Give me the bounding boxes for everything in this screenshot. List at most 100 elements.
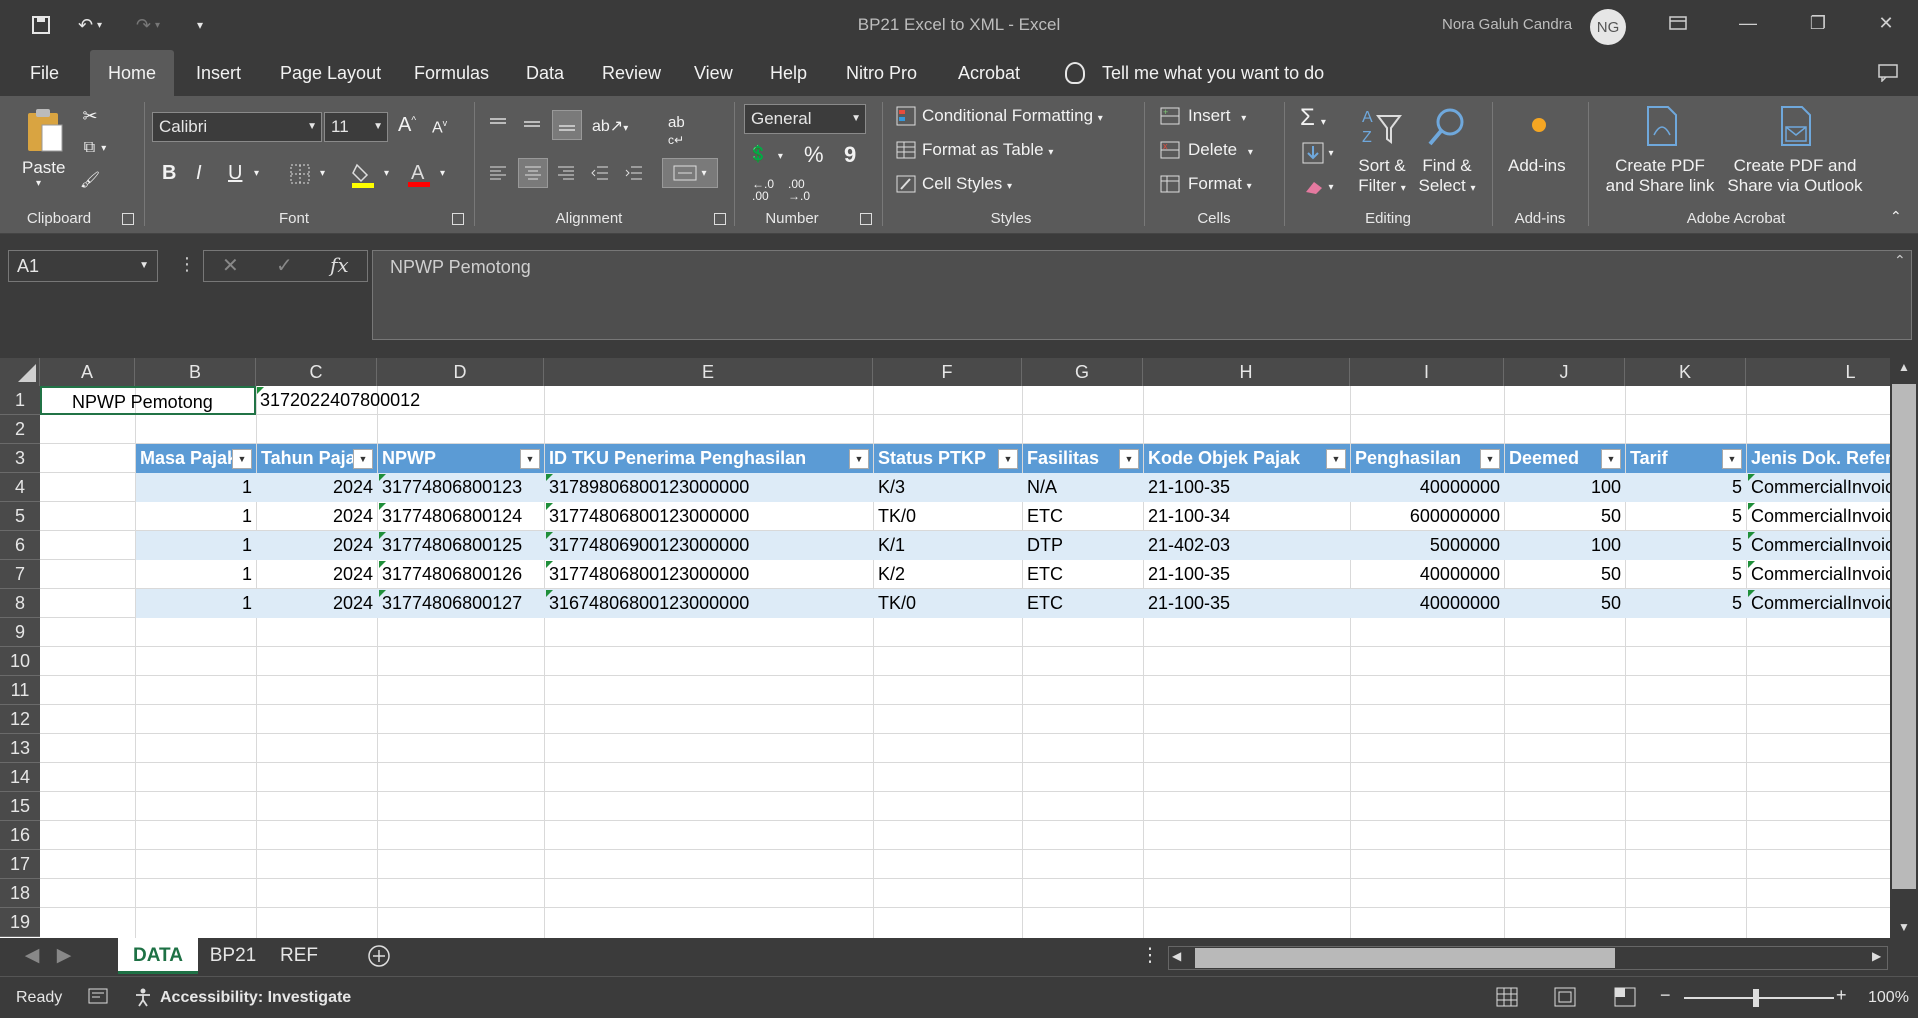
- accessibility-icon[interactable]: [134, 987, 156, 1012]
- avatar[interactable]: NG: [1590, 9, 1626, 45]
- normal-view-icon[interactable]: [1496, 987, 1518, 1012]
- row-header[interactable]: 14: [0, 763, 40, 792]
- sort-filter-icon[interactable]: AZ: [1360, 104, 1404, 152]
- filter-dropdown-icon[interactable]: ▼: [353, 449, 373, 469]
- table-cell[interactable]: ETC: [1023, 502, 1143, 531]
- filter-dropdown-icon[interactable]: ▼: [849, 449, 869, 469]
- number-launcher-icon[interactable]: [860, 213, 872, 225]
- format-cells-icon[interactable]: [1158, 172, 1182, 196]
- row-header[interactable]: 10: [0, 647, 40, 676]
- table-cell[interactable]: 31774806800125: [378, 531, 544, 560]
- table-cell[interactable]: 600000000: [1351, 502, 1504, 531]
- column-header-g[interactable]: G: [1022, 358, 1143, 386]
- vertical-scroll-thumb[interactable]: [1892, 384, 1916, 889]
- row-header[interactable]: 5: [0, 502, 40, 531]
- name-box[interactable]: A1 ▼: [8, 250, 158, 282]
- borders-icon[interactable]: [288, 162, 312, 186]
- table-cell[interactable]: 21-402-03: [1144, 531, 1350, 560]
- cancel-icon[interactable]: ✕: [222, 253, 239, 278]
- font-color-dropdown-icon[interactable]: ▾: [440, 168, 445, 179]
- table-cell[interactable]: 5000000: [1351, 531, 1504, 560]
- tab-review[interactable]: Review: [602, 50, 661, 96]
- table-cell[interactable]: CommercialInvoice: [1747, 589, 1890, 618]
- page-break-preview-icon[interactable]: [1614, 987, 1636, 1012]
- font-launcher-icon[interactable]: [452, 213, 464, 225]
- row-header[interactable]: 6: [0, 531, 40, 560]
- delete-button[interactable]: Delete ▾: [1188, 140, 1253, 160]
- column-header-h[interactable]: H: [1143, 358, 1350, 386]
- table-cell[interactable]: 1: [136, 589, 256, 618]
- bold-button[interactable]: B: [162, 162, 176, 185]
- table-cell[interactable]: 50: [1505, 560, 1625, 589]
- table-cell[interactable]: 31774806800124: [378, 502, 544, 531]
- table-cell[interactable]: 31674806800123000000: [545, 589, 873, 618]
- table-cell[interactable]: 100: [1505, 531, 1625, 560]
- minimize-icon[interactable]: —: [1720, 0, 1776, 46]
- increase-indent-icon[interactable]: [622, 160, 646, 186]
- page-layout-view-icon[interactable]: [1554, 987, 1576, 1012]
- column-header-f[interactable]: F: [873, 358, 1022, 386]
- column-header-e[interactable]: E: [544, 358, 873, 386]
- column-header-l[interactable]: L: [1746, 358, 1890, 386]
- filter-dropdown-icon[interactable]: ▼: [232, 449, 252, 469]
- format-painter-icon[interactable]: 🖌: [78, 168, 102, 192]
- column-header-d[interactable]: D: [377, 358, 544, 386]
- filter-dropdown-icon[interactable]: ▼: [1480, 449, 1500, 469]
- column-header-b[interactable]: B: [135, 358, 256, 386]
- align-right-icon[interactable]: [554, 160, 578, 186]
- tab-file[interactable]: File: [30, 50, 59, 96]
- column-header-i[interactable]: I: [1350, 358, 1504, 386]
- table-cell[interactable]: 21-100-35: [1144, 560, 1350, 589]
- row-header[interactable]: 4: [0, 473, 40, 502]
- table-header-id-tku[interactable]: ID TKU Penerima Penghasilan: [545, 444, 873, 473]
- table-cell[interactable]: CommercialInvoice: [1747, 560, 1890, 589]
- cut-icon[interactable]: ✂: [78, 104, 102, 128]
- table-cell[interactable]: 21-100-34: [1144, 502, 1350, 531]
- table-cell[interactable]: N/A: [1023, 473, 1143, 502]
- paste-dropdown-icon[interactable]: ▾: [36, 178, 41, 189]
- borders-dropdown-icon[interactable]: ▾: [320, 168, 325, 179]
- percent-style-button[interactable]: %: [804, 142, 824, 168]
- accounting-format-icon[interactable]: 💲 ▾: [748, 144, 783, 164]
- filter-dropdown-icon[interactable]: ▼: [1722, 449, 1742, 469]
- macro-record-icon[interactable]: [88, 987, 108, 1010]
- table-cell[interactable]: ETC: [1023, 589, 1143, 618]
- worksheet-grid[interactable]: A B C D E F G H I J K L 1 2 3 4 5 6 7 8 …: [0, 358, 1890, 938]
- zoom-in-icon[interactable]: +: [1836, 985, 1847, 1006]
- horizontal-scroll-thumb[interactable]: [1195, 948, 1615, 968]
- filter-dropdown-icon[interactable]: ▼: [1119, 449, 1139, 469]
- zoom-slider-track[interactable]: [1684, 997, 1834, 999]
- merge-center-icon[interactable]: ▾: [662, 158, 718, 188]
- comments-icon[interactable]: [1860, 50, 1916, 96]
- bottom-align-icon[interactable]: [552, 110, 582, 140]
- zoom-level[interactable]: 100%: [1868, 989, 1909, 1007]
- table-cell[interactable]: 5: [1626, 560, 1746, 589]
- sheet-tab-ref[interactable]: REF: [272, 938, 326, 974]
- table-cell[interactable]: 31774806800126: [378, 560, 544, 589]
- table-header-kode-objek-pajak[interactable]: Kode Objek Pajak: [1144, 444, 1350, 473]
- font-size-combo[interactable]: 11 ▼: [324, 112, 388, 142]
- table-cell[interactable]: TK/0: [874, 589, 1022, 618]
- table-cell[interactable]: 2024: [257, 473, 377, 502]
- tab-data[interactable]: Data: [526, 50, 564, 96]
- align-center-icon[interactable]: [518, 158, 548, 188]
- table-cell[interactable]: ETC: [1023, 560, 1143, 589]
- tab-page-layout[interactable]: Page Layout: [280, 50, 381, 96]
- align-left-icon[interactable]: [486, 160, 510, 186]
- table-cell[interactable]: 31774806800123000000: [545, 560, 873, 589]
- row-header[interactable]: 8: [0, 589, 40, 618]
- format-as-table-button[interactable]: Format as Table ▾: [922, 140, 1053, 160]
- paste-button[interactable]: Paste: [22, 158, 65, 178]
- user-name[interactable]: Nora Galuh Candra: [1442, 16, 1572, 33]
- create-pdf-share-link-button[interactable]: Create PDF and Share link: [1600, 156, 1720, 196]
- italic-button[interactable]: I: [196, 162, 202, 185]
- scroll-down-icon[interactable]: ▼: [1898, 920, 1910, 934]
- scroll-up-icon[interactable]: ▲: [1898, 360, 1910, 374]
- delete-cells-icon[interactable]: x: [1158, 138, 1182, 162]
- add-ins-button[interactable]: Add-ins: [1508, 156, 1566, 176]
- column-header-a[interactable]: A: [40, 358, 135, 386]
- find-select-button[interactable]: Find & Select ▾: [1418, 156, 1476, 196]
- row-header[interactable]: 15: [0, 792, 40, 821]
- insert-button[interactable]: Insert ▾: [1188, 106, 1246, 126]
- filter-dropdown-icon[interactable]: ▼: [1601, 449, 1621, 469]
